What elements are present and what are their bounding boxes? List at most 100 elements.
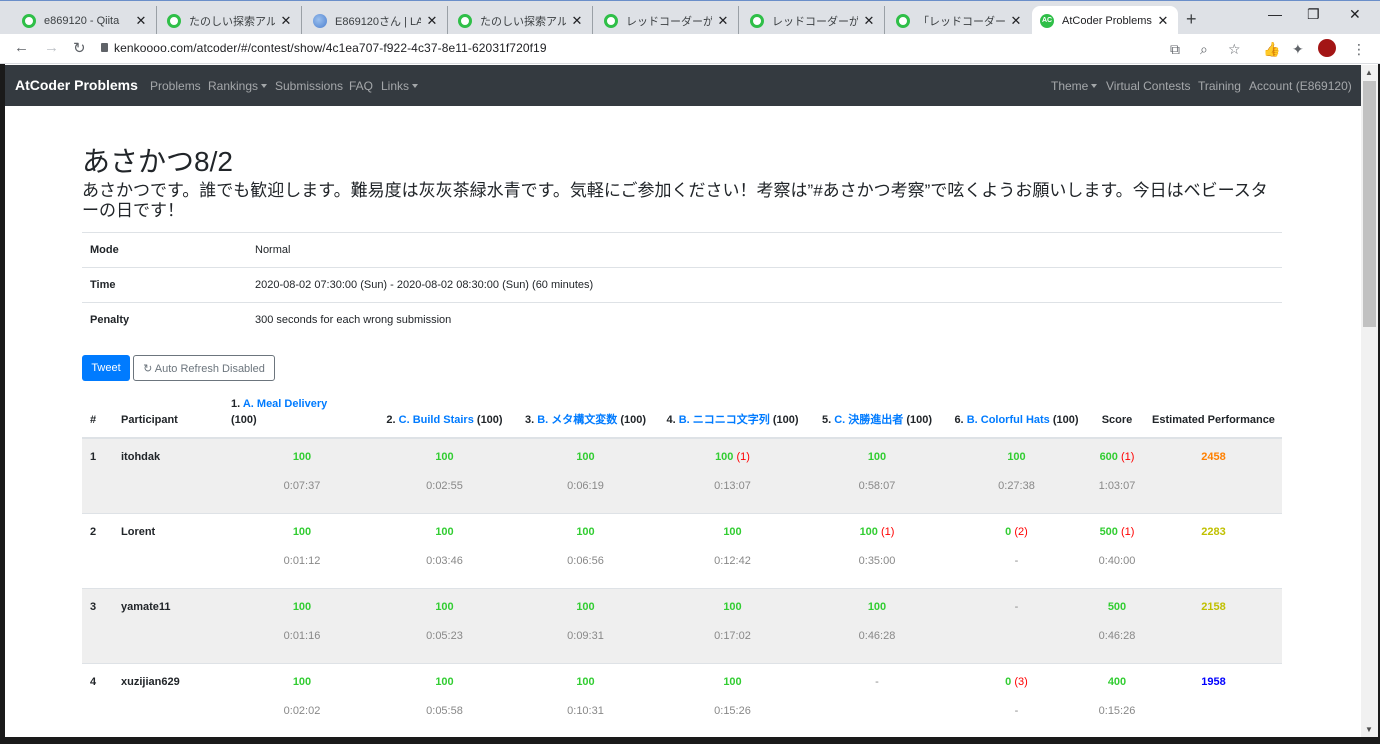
nav-submissions[interactable]: Submissions — [275, 79, 343, 93]
close-icon[interactable]: ✕ — [862, 13, 876, 29]
nav-rankings[interactable]: Rankings — [208, 79, 268, 93]
problem-header: 1. A. Meal Delivery (100) — [231, 396, 373, 439]
problem-link[interactable]: C. 決勝進出者 — [834, 414, 903, 426]
result-points: 100 — [231, 676, 373, 705]
window-frame — [0, 64, 5, 744]
scroll-up-icon[interactable]: ▲ — [1365, 68, 1373, 77]
close-icon[interactable]: ✕ — [279, 13, 293, 29]
nav-links[interactable]: Links — [381, 79, 419, 93]
close-icon[interactable]: ✕ — [134, 13, 148, 29]
result-cell: 0 (3) - — [944, 662, 1089, 738]
tweet-button[interactable]: Tweet — [82, 355, 130, 381]
browser-tab[interactable]: レッドコーダーが教える ✕ — [742, 6, 885, 35]
result-time: 0:01:12 — [283, 554, 321, 567]
result-time: 0:13:07 — [714, 480, 751, 492]
result-time: 0:03:46 — [426, 554, 463, 567]
score-cell: 500 (1) 0:40:00 — [1089, 512, 1145, 588]
result-cell: - — [810, 662, 944, 738]
tab-title: レッドコーダーが教える — [772, 15, 858, 28]
auto-refresh-button[interactable]: ↻ Auto Refresh Disabled — [133, 355, 275, 381]
browser-tab[interactable]: 「レッドコーダーが教え ✕ — [888, 6, 1031, 35]
problem-link[interactable]: A. Meal Delivery — [243, 398, 327, 410]
result-points: 100 — [516, 601, 655, 630]
close-icon[interactable]: ✕ — [570, 13, 584, 29]
result-time: 0:27:38 — [998, 480, 1035, 492]
close-icon[interactable]: ✕ — [1009, 13, 1023, 29]
problem-link[interactable]: B. メタ構文変数 — [537, 414, 617, 426]
window-close-icon[interactable]: ✕ — [1349, 6, 1361, 23]
extensions-icon[interactable]: ✦ — [1292, 41, 1304, 58]
penalty-count: (3) — [1014, 675, 1028, 688]
browser-tab[interactable]: たのしい探索アルゴリ ✕ — [450, 6, 593, 35]
close-icon[interactable]: ✕ — [1156, 13, 1170, 29]
points-value: - — [1014, 600, 1019, 613]
score-header: Score — [1089, 396, 1145, 439]
nav-training[interactable]: Training — [1198, 79, 1241, 93]
contest-title: あさかつ8/2 — [82, 146, 233, 177]
browser-tab[interactable]: たのしい探索アルゴリ ✕ — [159, 6, 302, 35]
close-icon[interactable]: ✕ — [716, 13, 730, 29]
maximize-icon[interactable]: ❐ — [1307, 6, 1320, 23]
nav-faq[interactable]: FAQ — [349, 79, 373, 93]
minimize-icon[interactable]: — — [1268, 6, 1282, 22]
result-cell: 100 0:06:19 — [516, 437, 655, 513]
score-time: 0:46:28 — [1098, 629, 1136, 642]
points-value: 100 — [867, 600, 887, 613]
browser-tab-active[interactable]: AC AtCoder Problems ✕ — [1032, 6, 1178, 35]
address-bar[interactable]: kenkoooo.com/atcoder/#/contest/show/4c1e… — [114, 41, 547, 55]
rank-cell: 1 — [82, 437, 113, 513]
nav-virtual-contests[interactable]: Virtual Contests — [1106, 79, 1191, 93]
info-value: Normal — [247, 232, 1282, 268]
new-tab-icon[interactable]: + — [1186, 9, 1197, 30]
menu-icon[interactable]: ⋮ — [1352, 41, 1366, 58]
result-points: 100 — [516, 676, 655, 705]
page-scrollbar[interactable]: ▲ ▼ — [1361, 65, 1378, 737]
back-icon[interactable]: ← — [14, 39, 29, 56]
score-points: 600 (1) — [1089, 451, 1145, 480]
score-penalty: (1) — [1120, 525, 1135, 538]
scroll-down-icon[interactable]: ▼ — [1365, 725, 1373, 734]
brand-logo[interactable]: AtCoder Problems — [15, 77, 138, 93]
problem-link[interactable]: B. Colorful Hats — [967, 414, 1050, 426]
info-key: Time — [82, 267, 247, 303]
thumbs-up-icon[interactable]: 👍 — [1263, 41, 1280, 58]
points-value: 100 — [1007, 451, 1026, 463]
info-key: Mode — [82, 232, 247, 268]
points-value: 0 — [1005, 525, 1012, 538]
browser-tab-strip: e869120 - Qiita ✕ たのしい探索アルゴリ ✕ E869120さん… — [0, 0, 1380, 35]
standings-body: 1 itohdak 100 0:07:37 100 0:02:55 100 0:06:19 10… — [82, 437, 1282, 738]
result-points: 100 (1) — [810, 526, 944, 555]
nav-problems[interactable]: Problems — [150, 79, 201, 93]
reload-icon[interactable]: ↻ — [73, 39, 86, 57]
score-time: 0:15:26 — [1098, 704, 1136, 717]
points-value: 100 — [576, 600, 595, 613]
scrollbar-thumb[interactable] — [1363, 81, 1376, 327]
participant-name: xuzijian629 — [113, 662, 231, 738]
points-value: 100 — [292, 675, 312, 688]
points-value: 100 — [576, 675, 595, 688]
profile-avatar-icon[interactable] — [1318, 39, 1336, 57]
tab-title: たのしい探索アルゴリ — [480, 15, 566, 28]
result-points: 100 — [810, 601, 944, 630]
problem-link[interactable]: C. Build Stairs — [399, 414, 474, 426]
participant-name: Lorent — [113, 512, 231, 588]
result-cell: 100 0:05:58 — [373, 662, 516, 738]
problem-link[interactable]: B. ニコニコ文字列 — [679, 414, 770, 426]
forward-icon[interactable]: → — [44, 39, 59, 56]
browser-tab[interactable]: レッドコーダーが教える ✕ — [596, 6, 739, 35]
points-value: 100 — [723, 600, 742, 613]
zoom-icon[interactable]: ⌕ — [1200, 41, 1208, 58]
nav-account[interactable]: Account (E869120) — [1249, 79, 1352, 93]
points-value: 100 — [576, 451, 595, 463]
browser-tab[interactable]: e869120 - Qiita ✕ — [14, 6, 157, 35]
nav-rankings-label: Rankings — [208, 79, 259, 93]
nav-theme[interactable]: Theme — [1051, 79, 1098, 93]
points-value: 100 — [292, 600, 312, 613]
points-value: 100 — [723, 525, 742, 538]
star-icon[interactable]: ☆ — [1228, 41, 1241, 58]
browser-tab[interactable]: E869120さん | LAPR ✕ — [305, 6, 448, 35]
translate-icon[interactable]: ⧉ — [1170, 41, 1180, 58]
result-points: 100 — [516, 526, 655, 555]
close-icon[interactable]: ✕ — [425, 13, 439, 29]
result-points: 100 — [655, 676, 810, 705]
